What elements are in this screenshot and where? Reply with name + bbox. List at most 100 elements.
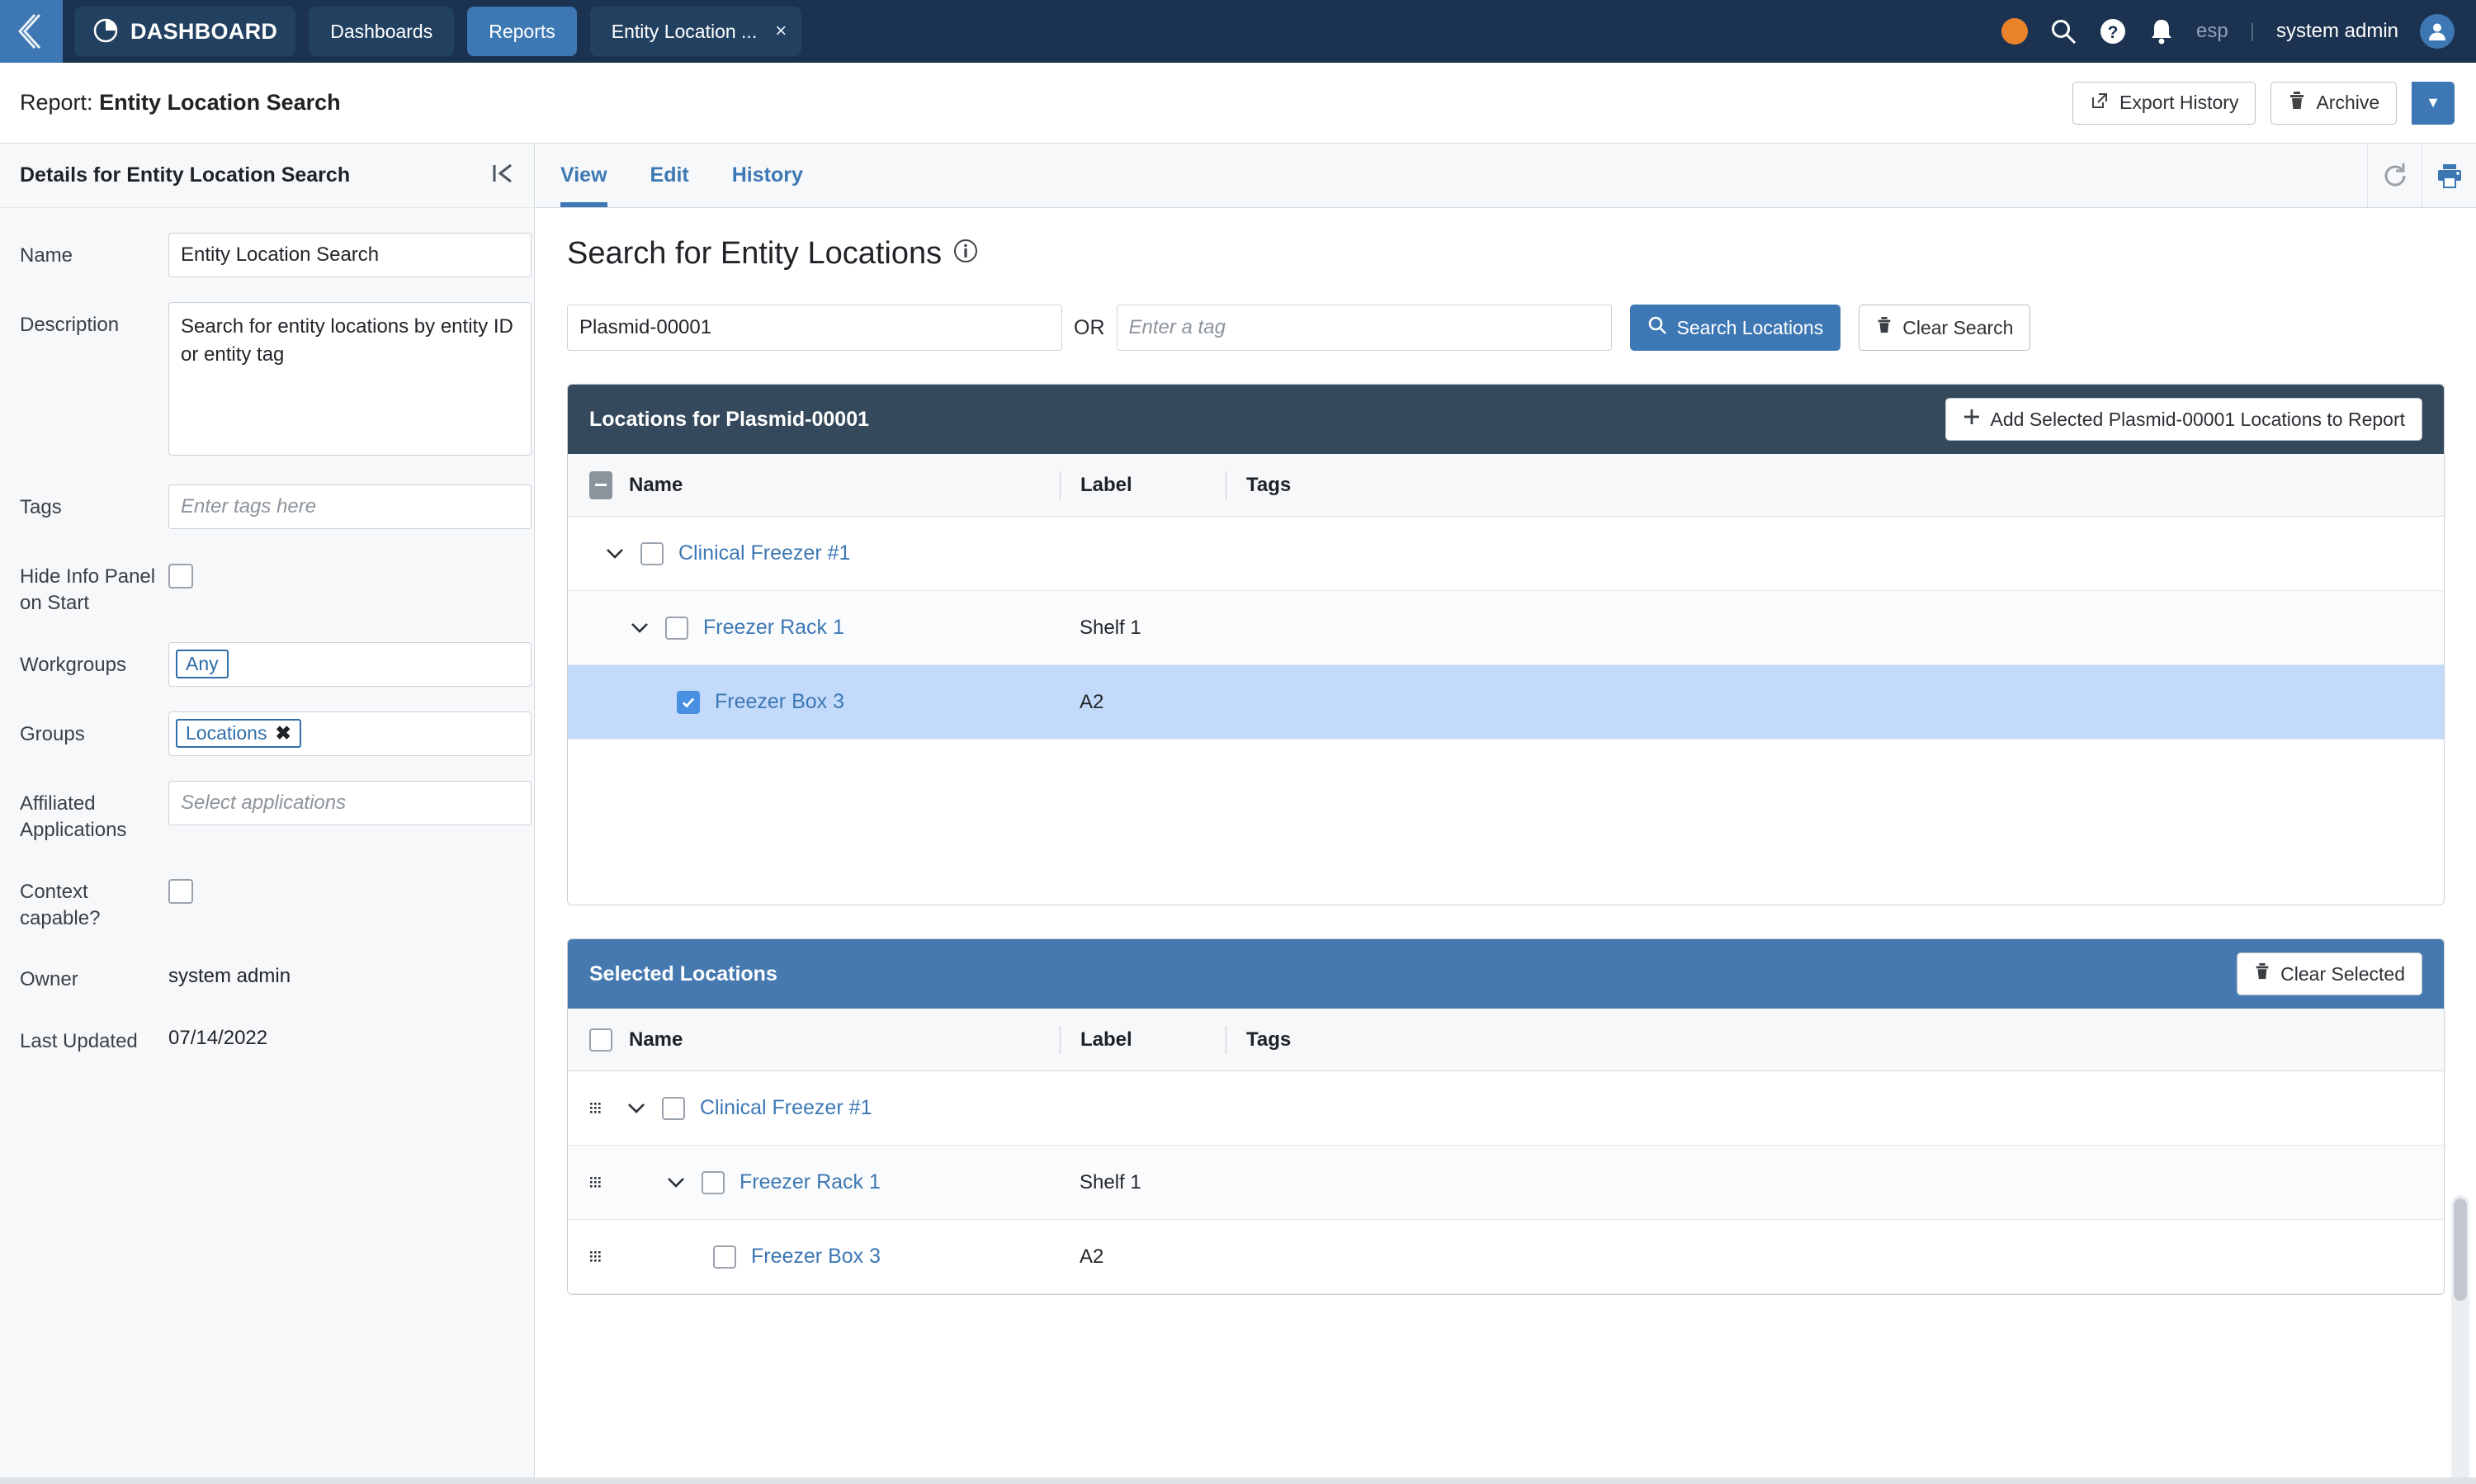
vertical-scrollbar[interactable] [2451, 1195, 2469, 1484]
table-row[interactable]: Freezer Rack 1 Shelf 1 [568, 1146, 2444, 1220]
last-updated-field-label: Last Updated [20, 1029, 138, 1052]
tab-history[interactable]: History [714, 144, 821, 207]
add-selected-locations-button[interactable]: Add Selected Plasmid-00001 Locations to … [1944, 398, 2422, 441]
brand-home-button[interactable]: DASHBOARD [74, 7, 296, 56]
report-title-prefix: Report: [20, 90, 93, 115]
location-name-link[interactable]: Freezer Rack 1 [703, 616, 844, 640]
row-checkbox[interactable] [640, 541, 664, 565]
tags-field-label: Tags [20, 496, 62, 518]
description-textarea[interactable]: Search for entity locations by entity ID… [168, 302, 532, 456]
name-field-label: Name [20, 244, 73, 267]
search-page-heading-label: Search for Entity Locations [567, 236, 943, 271]
status-indicator-dot[interactable] [2001, 18, 2029, 45]
groups-chip-locations[interactable]: Locations ✖ [176, 719, 301, 749]
nav-tab-reports[interactable]: Reports [467, 7, 577, 56]
save-dropdown-button[interactable]: ▼ [2412, 81, 2455, 125]
clear-selected-button[interactable]: Clear Selected [2237, 952, 2422, 995]
field-row-description: Description Search for entity locations … [0, 302, 534, 460]
field-row-workgroups: Workgroups Any [0, 641, 534, 687]
search-icon[interactable] [2049, 17, 2077, 45]
workgroups-input[interactable]: Any [168, 641, 532, 687]
selected-table-header: Name Label Tags [568, 1009, 2444, 1071]
tab-edit[interactable]: Edit [632, 144, 707, 207]
top-navigation-bar: DASHBOARD Dashboards Reports Entity Loca… [0, 0, 2476, 63]
row-checkbox[interactable] [702, 1170, 725, 1194]
selected-locations-header: Selected Locations Clear Selected [568, 939, 2444, 1009]
bell-icon[interactable] [2148, 17, 2175, 45]
export-history-button[interactable]: Export History [2072, 81, 2256, 125]
location-name-link[interactable]: Freezer Box 3 [715, 690, 844, 714]
context-capable-checkbox[interactable] [168, 878, 193, 904]
affiliated-applications-input[interactable] [168, 780, 532, 825]
info-circle-icon[interactable] [953, 236, 978, 272]
entity-id-search-input[interactable] [567, 305, 1062, 351]
field-row-name: Name [0, 233, 534, 277]
table-row[interactable]: Clinical Freezer #1 [568, 1071, 2444, 1146]
main-content: View Edit History Search for Entity Loca… [536, 144, 2476, 1484]
row-checkbox[interactable] [662, 1096, 685, 1120]
workgroups-field-label: Workgroups [20, 653, 126, 676]
scrollbar-thumb[interactable] [2454, 1198, 2467, 1301]
collapse-panel-icon[interactable] [491, 161, 514, 190]
avatar[interactable] [2420, 14, 2455, 49]
table-row[interactable]: Freezer Rack 1 Shelf 1 [568, 591, 2444, 665]
refresh-icon[interactable] [2367, 144, 2422, 207]
groups-input[interactable]: Locations ✖ [168, 711, 532, 756]
nav-tab-dashboards[interactable]: Dashboards [309, 7, 455, 56]
nav-tab-reports-label: Reports [489, 20, 555, 42]
tab-view[interactable]: View [542, 144, 626, 207]
selected-locations-card: Selected Locations Clear Selected Name L… [567, 938, 2445, 1295]
hide-info-checkbox[interactable] [168, 564, 193, 588]
chevron-down-icon[interactable] [626, 1103, 647, 1114]
location-name-link[interactable]: Clinical Freezer #1 [678, 541, 850, 565]
row-label-value: A2 [1080, 1245, 1104, 1268]
drag-handle-icon[interactable] [589, 1174, 611, 1191]
details-panel: Details for Entity Location Search Name … [0, 144, 535, 1484]
table-row[interactable]: Freezer Box 3 A2 [568, 1220, 2444, 1294]
chevron-down-icon[interactable] [604, 548, 626, 560]
window-bottom-edge [0, 1477, 2476, 1484]
row-checkbox[interactable] [713, 1245, 736, 1269]
workgroups-chip-any[interactable]: Any [176, 650, 229, 679]
row-checkbox[interactable] [677, 690, 700, 714]
field-row-groups: Groups Locations ✖ [0, 711, 534, 756]
help-circle-icon[interactable]: ? [2099, 17, 2127, 45]
back-button[interactable] [0, 0, 63, 63]
trash-icon [2288, 91, 2306, 116]
plus-icon [1963, 408, 1981, 431]
pie-chart-icon [92, 17, 119, 47]
select-all-checkbox[interactable] [589, 1028, 612, 1052]
location-name-link[interactable]: Clinical Freezer #1 [700, 1096, 872, 1120]
owner-value: system admin [168, 965, 291, 988]
hide-info-field-label: Hide Info Panel on Start [20, 565, 156, 615]
chevron-down-icon[interactable] [629, 622, 650, 634]
tags-input[interactable] [168, 484, 532, 529]
table-row[interactable]: Freezer Box 3 A2 [568, 665, 2444, 740]
current-user-label[interactable]: system admin [2276, 20, 2398, 43]
main-body: Search for Entity Locations OR Search Lo… [536, 208, 2476, 1484]
archive-button[interactable]: Archive [2270, 81, 2398, 125]
row-checkbox[interactable] [665, 616, 688, 640]
name-input[interactable] [168, 233, 532, 277]
table-row[interactable]: Clinical Freezer #1 [568, 517, 2444, 591]
print-icon[interactable] [2422, 144, 2476, 207]
chevron-left-icon [15, 12, 48, 51]
locations-results-card: Locations for Plasmid-00001 Add Selected… [567, 384, 2445, 905]
field-row-hide-info: Hide Info Panel on Start [0, 554, 534, 617]
entity-tag-search-input[interactable] [1116, 305, 1612, 351]
location-name-link[interactable]: Freezer Rack 1 [739, 1170, 881, 1194]
clear-search-button[interactable]: Clear Search [1859, 305, 2031, 351]
close-icon[interactable]: ✖ [275, 722, 291, 744]
close-icon[interactable]: × [775, 21, 787, 41]
locale-label[interactable]: esp [2196, 20, 2228, 43]
select-all-checkbox[interactable] [589, 470, 612, 499]
location-name-link[interactable]: Freezer Box 3 [751, 1245, 881, 1269]
search-page-heading: Search for Entity Locations [567, 236, 2445, 272]
search-locations-button[interactable]: Search Locations [1629, 305, 1841, 351]
drag-handle-icon[interactable] [589, 1249, 611, 1265]
chevron-down-icon[interactable] [665, 1177, 687, 1189]
external-link-icon [2090, 91, 2110, 116]
nav-tab-entity-location[interactable]: Entity Location ... × [589, 7, 802, 56]
drag-handle-icon[interactable] [589, 1100, 611, 1117]
affiliated-applications-field-label: Affiliated Applications [20, 792, 127, 842]
